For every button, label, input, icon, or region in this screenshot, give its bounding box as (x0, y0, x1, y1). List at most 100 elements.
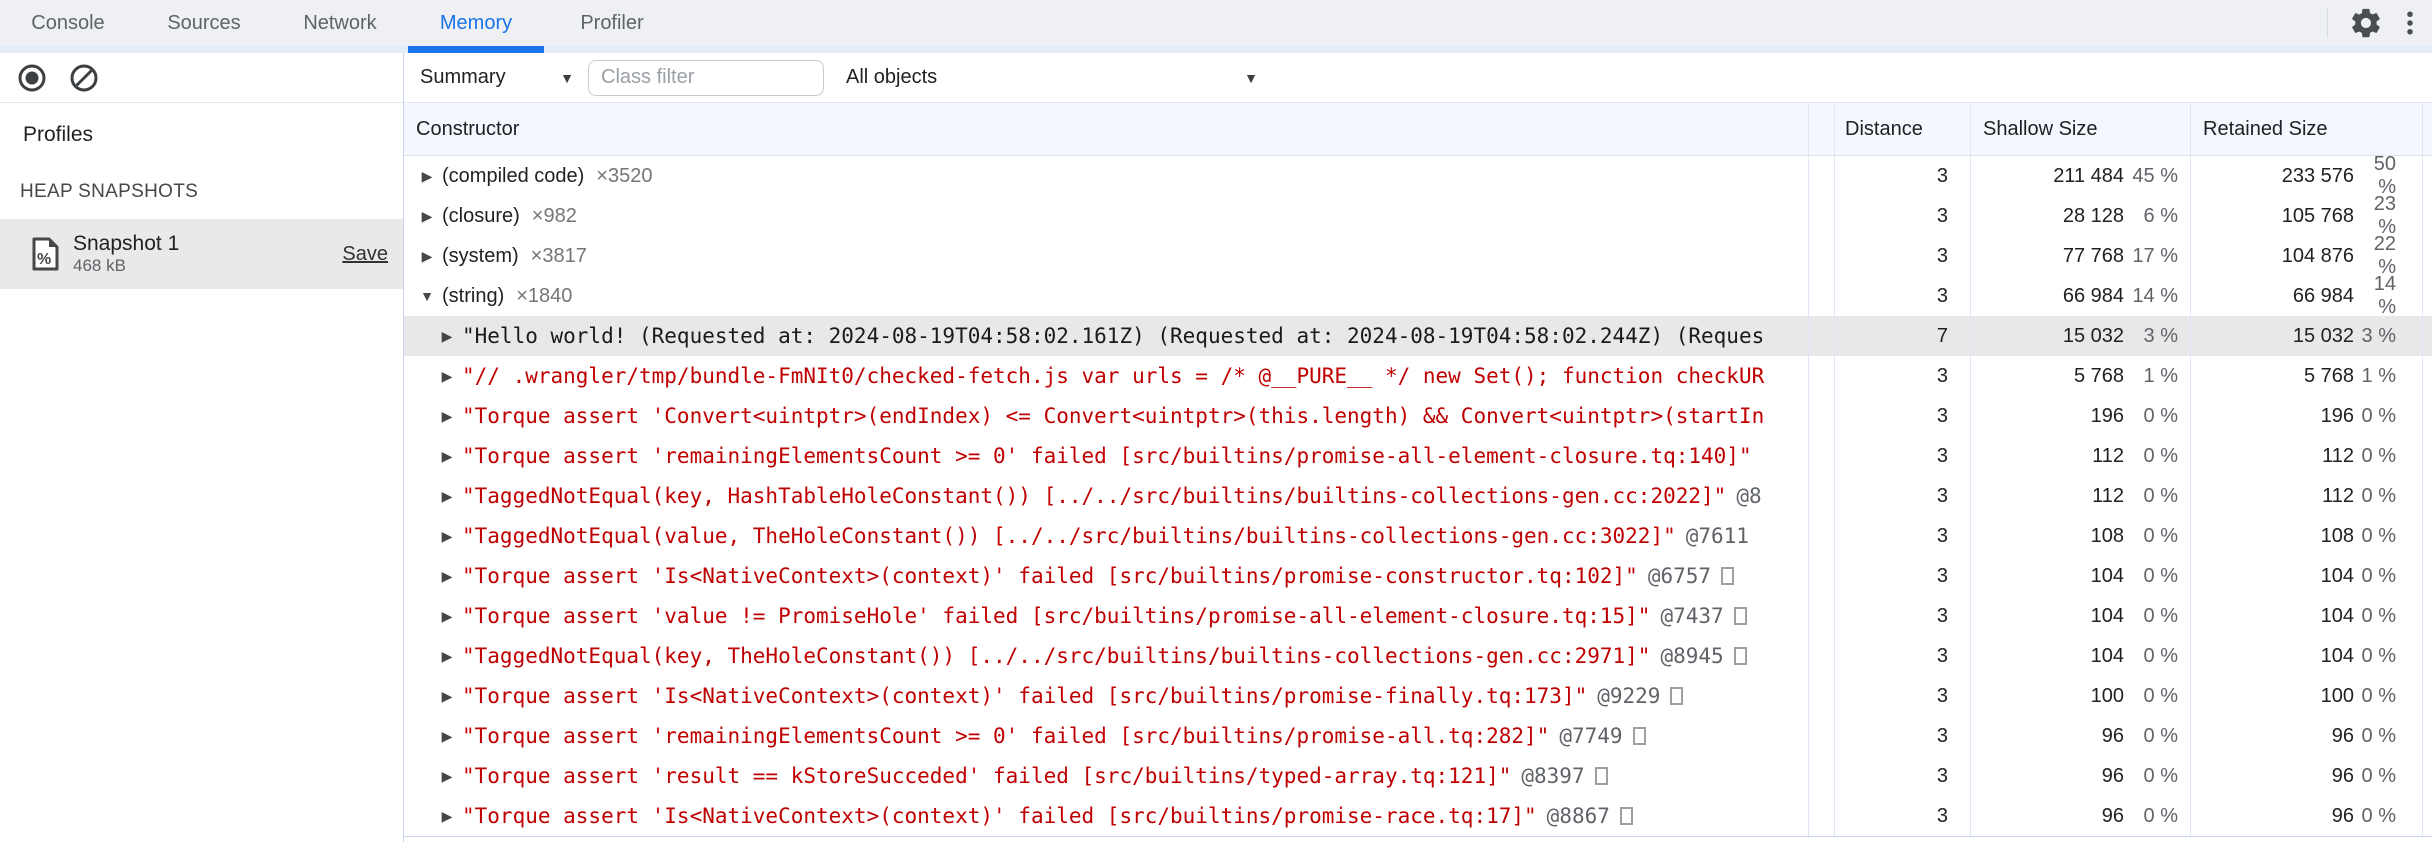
disclosure-triangle-icon[interactable]: ▶ (436, 648, 458, 665)
table-row[interactable]: ▶ "Torque assert 'Is<NativeContext>(cont… (404, 796, 2432, 836)
string-value: "Hello world! (Requested at: 2024-08-19T… (462, 324, 1765, 348)
table-row[interactable]: ▶ "TaggedNotEqual(key, TheHoleConstant()… (404, 636, 2432, 676)
chevron-down-icon: ▼ (560, 69, 574, 86)
string-value: "Torque assert 'Convert<uintptr>(endInde… (462, 404, 1765, 428)
row-endpad (2423, 556, 2432, 596)
column-header-distance[interactable]: Distance (1835, 103, 1971, 155)
shallow-size-cell: 96 0 % (1971, 796, 2191, 836)
constructor-label: (compiled code) (442, 164, 585, 187)
table-row[interactable]: ▶ "// .wrangler/tmp/bundle-FmNIt0/checke… (404, 356, 2432, 396)
disclosure-triangle-icon[interactable]: ▶ (416, 208, 438, 225)
shallow-size-cell: 5 768 1 % (1971, 356, 2191, 396)
row-endpad (2423, 156, 2432, 196)
shallow-size-cell: 104 0 % (1971, 636, 2191, 676)
heap-snapshot-grid: Constructor Distance Shallow Size Retain… (404, 103, 2432, 842)
row-endpad (2423, 516, 2432, 556)
table-row[interactable]: ▼ (string) ×1840 3 66 984 14 % 66 984 14… (404, 273, 2432, 318)
constructor-cell: ▶ (system) ×3817 (404, 236, 1809, 276)
save-snapshot-link[interactable]: Save (342, 243, 388, 266)
memory-toolbar: Summary ▼ All objects ▼ (404, 53, 2432, 103)
object-id: @8867 (1546, 804, 1610, 828)
objects-scope-select[interactable]: All objects ▼ (846, 66, 1266, 89)
panel-tabs: Console Sources Network Memory Profiler (0, 0, 680, 53)
disclosure-triangle-icon[interactable]: ▶ (436, 568, 458, 585)
column-header-retained-size[interactable]: Retained Size (2191, 103, 2423, 155)
snapshot-name: Snapshot 1 (73, 232, 180, 255)
row-gutter (1809, 156, 1835, 196)
disclosure-triangle-icon[interactable]: ▶ (436, 368, 458, 385)
sidebar-item-snapshot-1[interactable]: % Snapshot 1 468 kB Save (0, 219, 403, 289)
table-row[interactable]: ▶ (closure) ×982 3 28 128 6 % 105 768 23… (404, 193, 2432, 238)
table-row[interactable]: ▶ "Torque assert 'result == kStoreSucced… (404, 756, 2432, 796)
table-row[interactable]: ▶ (system) ×3817 3 77 768 17 % 104 876 2… (404, 233, 2432, 278)
table-row[interactable]: ▶ "Torque assert 'Is<NativeContext>(cont… (404, 556, 2432, 596)
table-row[interactable]: ▶ "Torque assert 'Is<NativeContext>(cont… (404, 676, 2432, 716)
disclosure-triangle-icon[interactable]: ▶ (416, 168, 438, 185)
shallow-size-value: 108 (2090, 524, 2124, 547)
retained-size-cell: 104 0 % (2191, 636, 2423, 676)
clear-profiles-icon[interactable] (68, 62, 100, 94)
disclosure-triangle-icon[interactable]: ▶ (436, 448, 458, 465)
row-gutter (1809, 636, 1835, 676)
table-row[interactable]: ▶ "Torque assert 'remainingElementsCount… (404, 716, 2432, 756)
tab-memory[interactable]: Memory (408, 0, 544, 53)
disclosure-triangle-icon[interactable]: ▶ (436, 728, 458, 745)
devtools-memory-panel: Console Sources Network Memory Profiler (0, 0, 2432, 842)
row-gutter (1809, 196, 1835, 236)
object-id: @6757 (1647, 564, 1712, 588)
table-row[interactable]: ▶ "TaggedNotEqual(key, HashTableHoleCons… (404, 476, 2432, 516)
row-gutter (1809, 676, 1835, 716)
disclosure-triangle-icon[interactable]: ▶ (416, 248, 438, 265)
retained-size-percent: 0 % (2361, 804, 2396, 827)
retained-size-value: 112 (2322, 444, 2354, 467)
record-heap-snapshot-icon[interactable] (16, 62, 48, 94)
table-row[interactable]: ▶ "Torque assert 'Convert<uintptr>(endIn… (404, 396, 2432, 436)
shallow-size-cell: 211 484 45 % (1971, 156, 2191, 196)
distance-cell: 3 (1835, 756, 1971, 796)
column-header-shallow-size[interactable]: Shallow Size (1971, 103, 2191, 155)
table-row[interactable]: ▶ (compiled code) ×3520 3 211 484 45 % 2… (404, 153, 2432, 198)
tab-network[interactable]: Network (272, 0, 408, 53)
perspective-select[interactable]: Summary ▼ (420, 66, 588, 89)
row-gutter (1809, 716, 1835, 756)
table-row[interactable]: ▶ "Torque assert 'remainingElementsCount… (404, 436, 2432, 476)
constructor-cell: ▶ "Torque assert 'Is<NativeContext>(cont… (404, 676, 1809, 716)
settings-gear-icon[interactable] (2344, 1, 2388, 45)
instance-count: ×3520 (596, 164, 653, 187)
disclosure-triangle-icon[interactable]: ▶ (436, 528, 458, 545)
column-header-constructor[interactable]: Constructor (404, 103, 1809, 155)
tab-sources[interactable]: Sources (136, 0, 272, 53)
shallow-size-percent: 0 % (2143, 484, 2178, 507)
object-id: @7437 (1660, 604, 1724, 628)
shallow-size-cell: 66 984 14 % (1971, 276, 2191, 316)
row-gutter (1809, 596, 1835, 636)
shallow-size-value: 96 (2101, 804, 2124, 827)
disclosure-triangle-icon[interactable]: ▶ (436, 408, 458, 425)
tabbar-divider (2327, 8, 2328, 38)
kebab-menu-icon[interactable] (2388, 1, 2432, 45)
string-value: "Torque assert 'Is<NativeContext>(contex… (462, 804, 1537, 828)
disclosure-triangle-icon[interactable]: ▶ (436, 488, 458, 505)
profiles-title: Profiles (23, 123, 94, 146)
disclosure-triangle-icon[interactable]: ▶ (436, 808, 458, 825)
shallow-size-value: 104 (2090, 564, 2124, 587)
disclosure-triangle-icon[interactable]: ▶ (436, 328, 458, 345)
retained-size-cell: 100 0 % (2191, 676, 2423, 716)
shallow-size-cell: 100 0 % (1971, 676, 2191, 716)
class-filter-input[interactable] (588, 59, 824, 96)
retained-size-cell: 96 0 % (2191, 796, 2423, 836)
shallow-size-cell: 108 0 % (1971, 516, 2191, 556)
tab-profiler[interactable]: Profiler (544, 0, 680, 53)
disclosure-triangle-icon[interactable]: ▼ (416, 288, 438, 304)
row-gutter (1809, 476, 1835, 516)
table-row[interactable]: ▶ "Torque assert 'value != PromiseHole' … (404, 596, 2432, 636)
distance-cell: 3 (1835, 276, 1971, 316)
tab-console[interactable]: Console (0, 0, 136, 53)
disclosure-triangle-icon[interactable]: ▶ (436, 768, 458, 785)
retained-size-value: 104 (2320, 564, 2354, 587)
retained-size-percent: 0 % (2361, 524, 2396, 547)
disclosure-triangle-icon[interactable]: ▶ (436, 608, 458, 625)
table-row[interactable]: ▶ "TaggedNotEqual(value, TheHoleConstant… (404, 516, 2432, 556)
disclosure-triangle-icon[interactable]: ▶ (436, 688, 458, 705)
table-row[interactable]: ▶ "Hello world! (Requested at: 2024-08-1… (404, 316, 2432, 356)
